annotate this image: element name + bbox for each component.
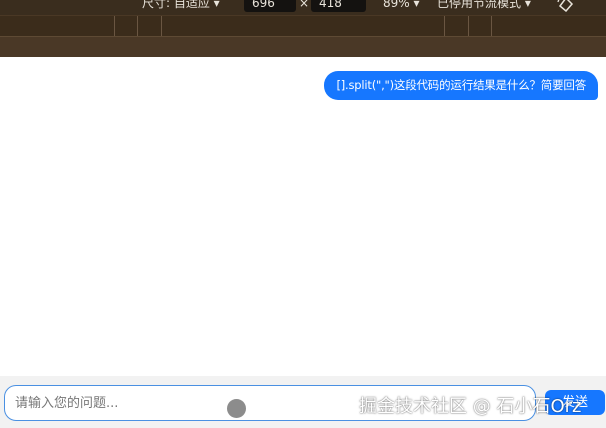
rotate-icon[interactable] — [556, 0, 576, 12]
touch-cursor-indicator — [227, 399, 246, 418]
throttle-dropdown[interactable]: 已停用节流模式 ▾ — [437, 0, 531, 11]
width-input[interactable]: 696 — [244, 0, 296, 12]
watermark: 掘金技术社区 @ 石小石Orz — [359, 396, 582, 417]
ruler-tick — [161, 16, 162, 37]
ruler-tick — [137, 16, 138, 37]
device-ruler-lower — [0, 36, 606, 57]
zoom-dropdown[interactable]: 89% ▾ — [383, 0, 420, 11]
ruler-tick — [444, 16, 445, 37]
device-ruler — [0, 15, 606, 37]
devtools-toolbar: 尺寸: 自适应 ▾ 696 × 418 89% ▾ 已停用节流模式 ▾ — [0, 0, 606, 15]
ruler-tick — [468, 16, 469, 37]
size-dropdown[interactable]: 尺寸: 自适应 ▾ — [142, 0, 220, 11]
user-message-bubble: [].split(",")这段代码的运行结果是什么？简要回答 — [324, 71, 598, 100]
ruler-tick — [114, 16, 115, 37]
ruler-tick — [491, 16, 492, 37]
times-sign: × — [299, 0, 310, 10]
chat-area: [].split(",")这段代码的运行结果是什么？简要回答 — [0, 57, 606, 376]
height-input[interactable]: 418 — [311, 0, 366, 12]
